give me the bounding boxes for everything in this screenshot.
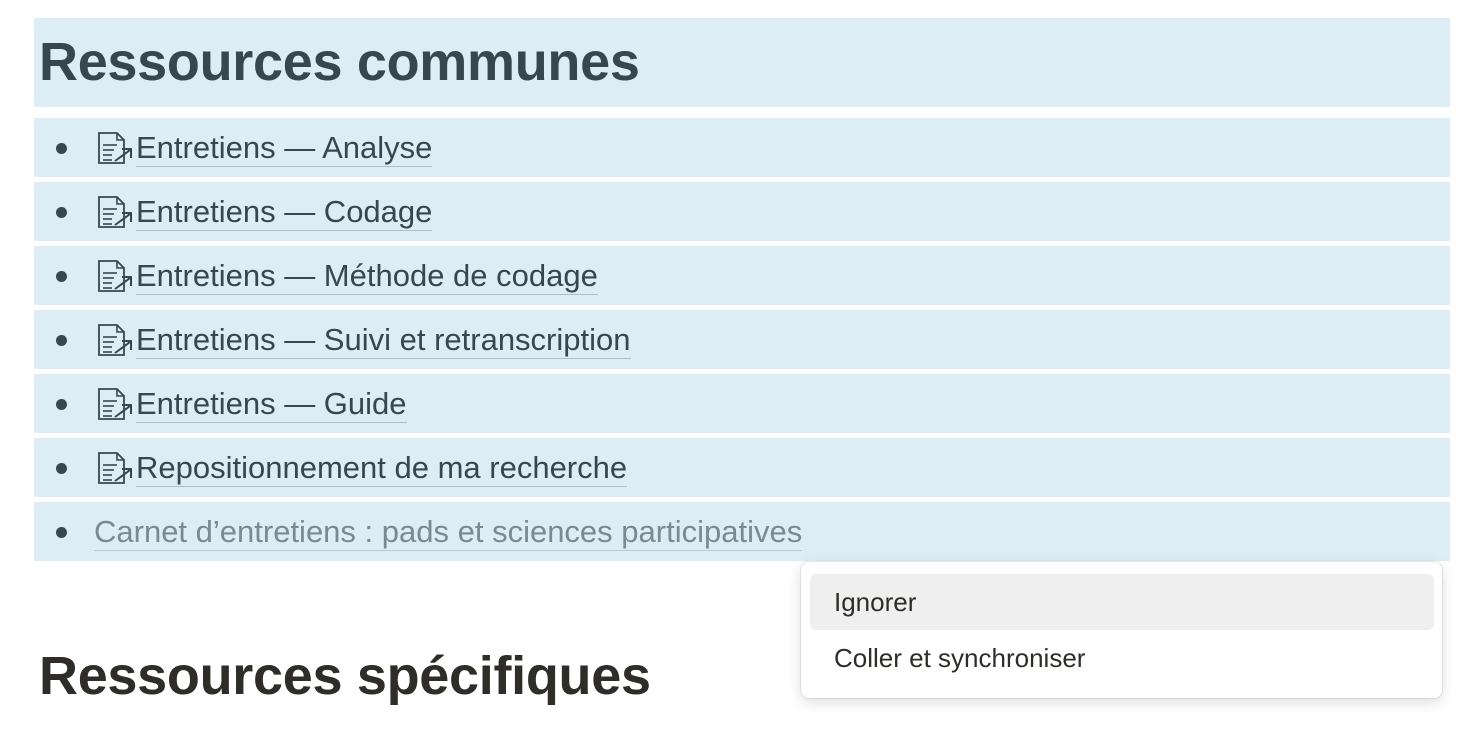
bullet-icon [56, 143, 67, 154]
linked-page-icon [98, 196, 132, 228]
menu-item-paste-and-sync[interactable]: Coller et synchroniser [810, 630, 1434, 686]
linked-page-icon [98, 452, 132, 484]
list-item[interactable]: Entretiens — Suivi et retranscription [34, 310, 1450, 369]
list-item[interactable]: Entretiens — Guide [34, 374, 1450, 433]
list-item[interactable]: Repositionnement de ma recherche [34, 438, 1450, 497]
linked-page-icon [98, 324, 132, 356]
bullet-icon [56, 399, 67, 410]
list-item[interactable]: Entretiens — Méthode de codage [34, 246, 1450, 305]
list-item[interactable]: Carnet d’entretiens : pads et sciences p… [34, 502, 1450, 561]
bullet-icon [56, 271, 67, 282]
bullet-icon [56, 335, 67, 346]
page-link[interactable]: Repositionnement de ma recherche [136, 450, 628, 487]
list-item[interactable]: Entretiens — Analyse [34, 118, 1450, 177]
page-link[interactable]: Entretiens — Méthode de codage [136, 258, 598, 295]
list-item[interactable]: Entretiens — Codage [34, 182, 1450, 241]
bullet-icon [56, 527, 67, 538]
heading-block-common[interactable]: Ressources communes [34, 18, 1450, 107]
bullet-icon [56, 463, 67, 474]
linked-page-icon [98, 388, 132, 420]
linked-page-icon [98, 132, 132, 164]
page-link[interactable]: Entretiens — Codage [136, 194, 433, 231]
pending-paste-link[interactable]: Carnet d’entretiens : pads et sciences p… [94, 514, 803, 551]
linked-page-icon [98, 260, 132, 292]
paste-options-menu: Ignorer Coller et synchroniser [801, 562, 1442, 698]
section-heading-common: Ressources communes [39, 32, 640, 92]
menu-item-ignore[interactable]: Ignorer [810, 574, 1434, 630]
bullet-icon [56, 207, 67, 218]
section-heading-specific: Ressources spécifiques [39, 646, 651, 706]
page-link[interactable]: Entretiens — Guide [136, 386, 407, 423]
page-link[interactable]: Entretiens — Analyse [136, 130, 433, 167]
page: Ressources communes Entretiens — Analyse [0, 0, 1478, 736]
page-link[interactable]: Entretiens — Suivi et retranscription [136, 322, 631, 359]
